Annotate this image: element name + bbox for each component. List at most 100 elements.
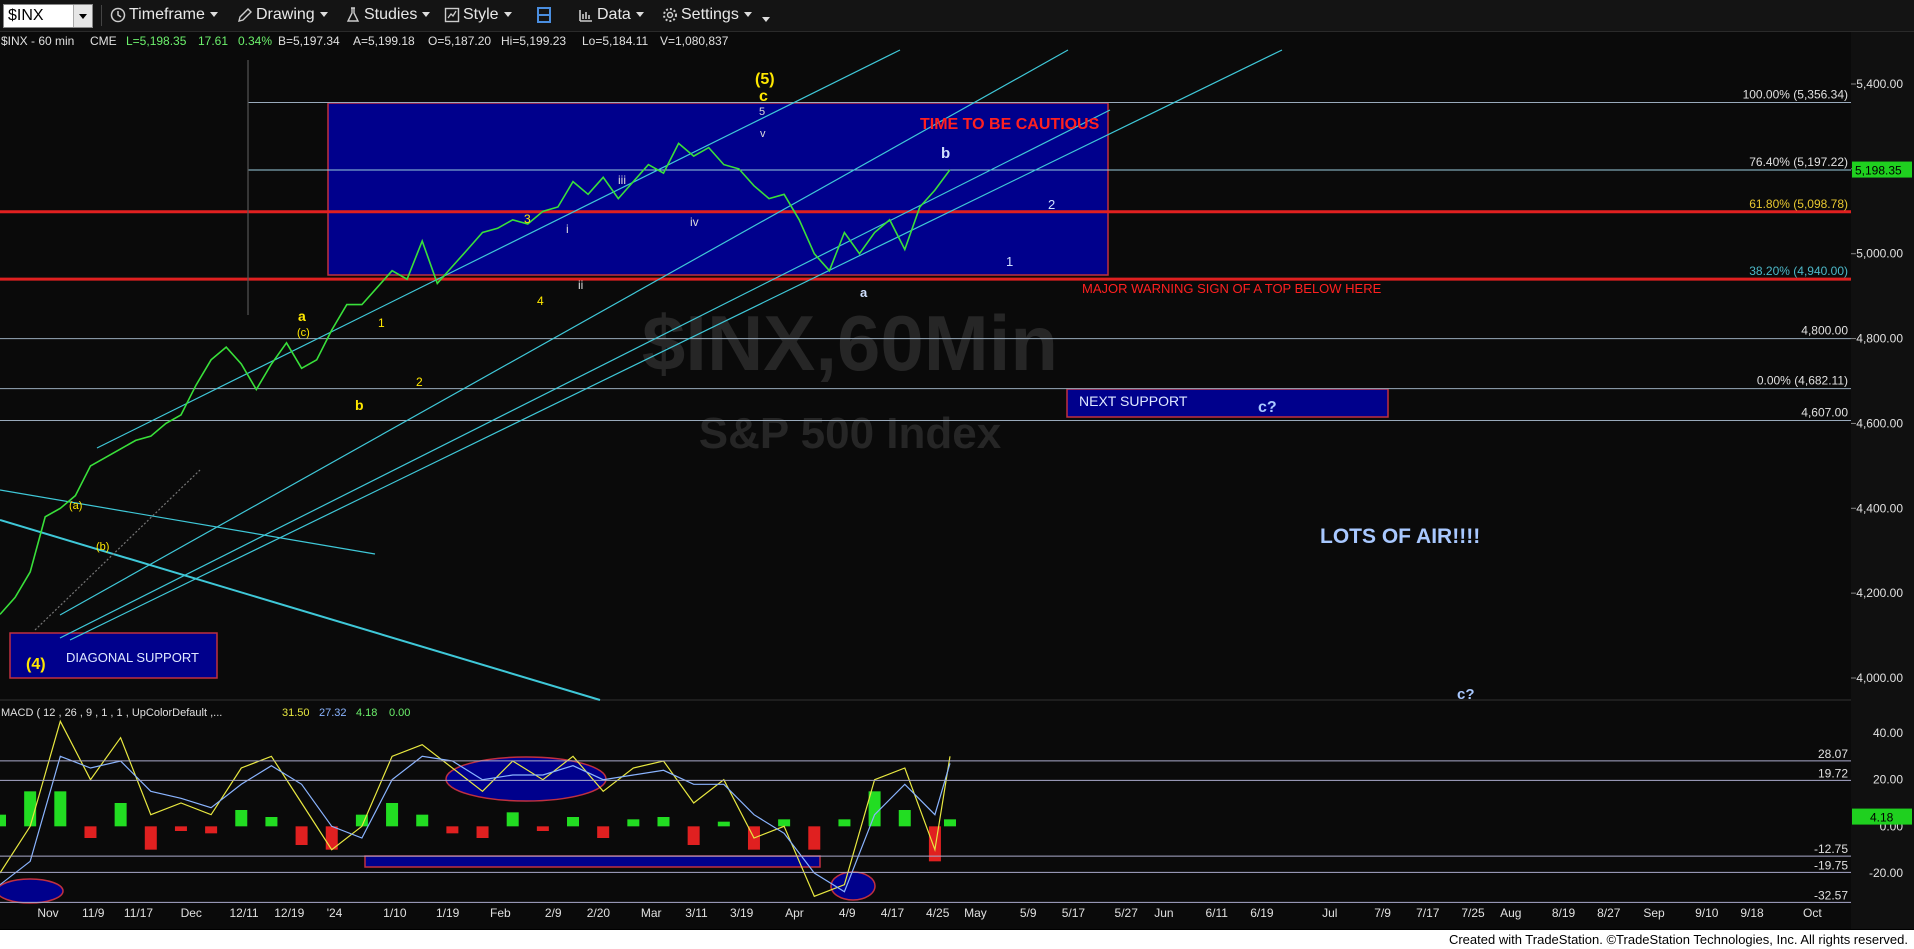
settings-button[interactable]: Settings <box>662 4 770 26</box>
x-tick-label: 4/25 <box>926 906 950 920</box>
wave-label-a: a <box>860 285 868 300</box>
wave-label-5: (5) <box>755 71 775 88</box>
studies-button[interactable]: Studies <box>345 4 431 26</box>
timeframe-label: Timeframe <box>129 6 205 23</box>
wave-label-2-future: 2 <box>1048 197 1055 212</box>
annotation-lots-of-air: LOTS OF AIR!!!! <box>1320 525 1480 548</box>
macd-histogram-bar <box>808 826 821 850</box>
macd-histogram-bar <box>174 826 187 831</box>
layout-button[interactable] <box>536 4 555 26</box>
macd-low-ellipse <box>0 878 64 904</box>
header-open: O=5,187.20 <box>428 34 491 48</box>
annotation-cautious: TIME TO BE CAUTIOUS <box>920 116 1100 133</box>
macd-level-label: -19.75 <box>1814 858 1848 872</box>
timeframe-button[interactable]: Timeframe <box>110 4 218 26</box>
watermark: $INX,60Min S&P 500 Index <box>642 299 1058 458</box>
macd-histogram-bar <box>24 791 37 827</box>
wave-label-ii: ii <box>578 278 583 292</box>
wave-label-1-future: 1 <box>1006 254 1013 269</box>
x-tick-label: Feb <box>490 906 511 920</box>
x-tick-label: Apr <box>785 906 804 920</box>
macd-histogram-bar <box>944 819 956 827</box>
wave-label-5-minor: 5 <box>759 106 765 118</box>
chevron-down-icon <box>635 12 644 18</box>
macd-histogram-bar <box>536 826 549 831</box>
x-tick-label: 7/25 <box>1461 906 1485 920</box>
data-button[interactable]: Data <box>578 4 644 26</box>
price-tick-label: 4,000.00 <box>1856 671 1903 685</box>
x-tick-label: 8/27 <box>1597 906 1621 920</box>
watermark-name: S&P 500 Index <box>699 409 1002 458</box>
macd-histogram-bar <box>265 817 278 827</box>
x-tick-label: Sep <box>1643 906 1665 920</box>
data-label: Data <box>597 6 631 23</box>
x-tick-label: 12/19 <box>274 906 304 920</box>
clock-icon <box>110 7 126 23</box>
macd-label: MACD ( 12 , 26 , 9 , 1 , 1 , UpColorDefa… <box>1 707 222 719</box>
macd-histogram-bar <box>717 821 730 827</box>
macd-value-1: 31.50 <box>282 707 310 719</box>
macd-histogram-bar <box>54 791 67 827</box>
macd-histogram-bar <box>597 826 610 838</box>
chevron-down-icon <box>761 17 770 23</box>
macd-histogram-bar <box>446 826 459 834</box>
x-tick-label: Jun <box>1154 906 1173 920</box>
toolbar-separator <box>101 5 102 26</box>
style-button[interactable]: Style <box>444 4 512 26</box>
macd-histogram-bar <box>235 810 248 827</box>
settings-label: Settings <box>681 6 739 23</box>
x-tick-label: 7/9 <box>1374 906 1391 920</box>
header-change: 17.61 <box>198 34 228 48</box>
wave-label-3: 3 <box>524 212 531 226</box>
chevron-down-icon <box>743 12 752 18</box>
macd-tick-label: 20.00 <box>1873 773 1903 787</box>
wave-label-2: 2 <box>416 375 423 389</box>
x-tick-label: 6/11 <box>1205 906 1228 920</box>
x-tick-label: 11/17 <box>124 906 153 920</box>
price-tick-label: 4,200.00 <box>1856 586 1903 600</box>
header-high: Hi=5,199.23 <box>501 34 566 48</box>
chart-area[interactable]: $INX,60Min S&P 500 Index 100.00% (5,356.… <box>0 32 1914 929</box>
macd-histogram-bar <box>506 812 519 827</box>
symbol-dropdown-icon[interactable] <box>73 5 92 27</box>
wave-label-c: c <box>759 88 768 105</box>
watermark-symbol: $INX,60Min <box>642 299 1058 387</box>
macd-low-ellipse-2 <box>830 871 876 901</box>
macd-level-label: 28.07 <box>1818 747 1848 761</box>
wave-label-1: 1 <box>378 316 385 330</box>
annotation-diagonal-support: DIAGONAL SUPPORT <box>66 650 199 665</box>
macd-value-4: 0.00 <box>389 707 410 719</box>
drawing-button[interactable]: Drawing <box>237 4 328 26</box>
macd-support-zone <box>364 855 821 868</box>
price-level-label: 76.40% (5,197.22) <box>1749 155 1848 169</box>
x-tick-label: 6/19 <box>1250 906 1274 920</box>
header-symbol: $INX - 60 min <box>1 34 74 48</box>
header-exchange: CME <box>90 34 117 48</box>
footer-credit: Created with TradeStation. ©TradeStation… <box>1448 932 1908 947</box>
macd-level-label: -12.75 <box>1814 842 1848 856</box>
x-tick-label: 1/19 <box>436 906 460 920</box>
macd-histogram-bar <box>114 803 127 827</box>
x-tick-label: 9/18 <box>1740 906 1764 920</box>
toolbar: $INX Timeframe Drawing Studies Style Dat… <box>0 0 1914 32</box>
wave-label-iii: iii <box>618 173 626 187</box>
symbol-value: $INX <box>8 7 44 24</box>
x-tick-label: Jul <box>1322 906 1337 920</box>
symbol-input[interactable]: $INX <box>3 4 93 28</box>
macd-tick-label: -20.00 <box>1869 866 1903 880</box>
bar-chart-icon <box>579 9 592 22</box>
x-tick-label: 4/9 <box>839 906 856 920</box>
wave-label-v: v <box>760 128 766 140</box>
macd-histogram-bar <box>657 817 670 827</box>
price-tick-label: 4,800.00 <box>1856 332 1903 346</box>
x-tick-label: Aug <box>1500 906 1521 920</box>
price-level-label: 61.80% (5,098.78) <box>1749 197 1848 211</box>
layout-icon <box>537 6 551 23</box>
wave-label-4-major: (4) <box>26 656 46 673</box>
x-tick-label: 12/11 <box>229 906 258 920</box>
price-level-label: 38.20% (4,940.00) <box>1749 264 1848 278</box>
x-tick-label: 4/17 <box>881 906 905 920</box>
price-level-label: 4,800.00 <box>1801 324 1848 338</box>
x-tick-label: 7/17 <box>1416 906 1440 920</box>
wave-label-a-major: a <box>298 308 306 324</box>
